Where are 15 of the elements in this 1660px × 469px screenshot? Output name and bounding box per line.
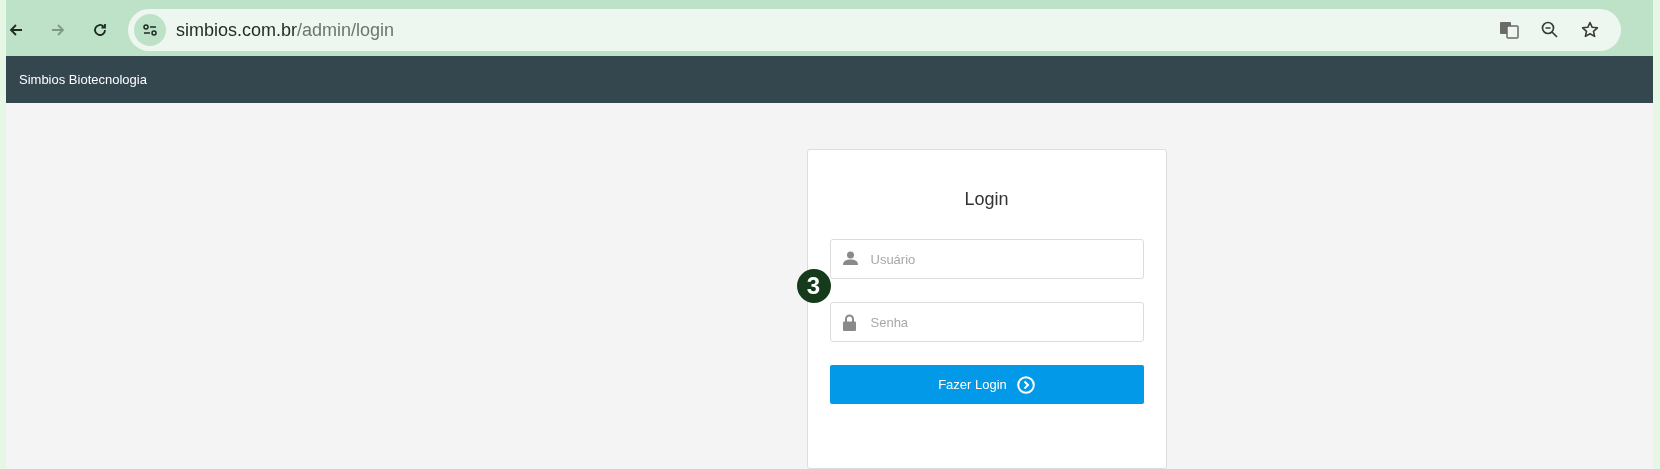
star-icon[interactable] bbox=[1581, 21, 1599, 40]
reload-icon[interactable] bbox=[92, 22, 108, 39]
user-icon bbox=[842, 251, 858, 265]
login-title: Login bbox=[964, 188, 1009, 211]
zoom-out-icon[interactable] bbox=[1541, 21, 1559, 40]
address-bar[interactable]: simbios.com.br/admin/login bbox=[128, 9, 1621, 52]
lock-icon bbox=[842, 314, 856, 331]
site-settings-icon[interactable] bbox=[134, 14, 166, 47]
brand-link[interactable]: Simbios Biotecnologia bbox=[19, 69, 147, 90]
url-text: simbios.com.br/admin/login bbox=[176, 18, 395, 42]
translate-icon[interactable] bbox=[1499, 20, 1519, 41]
annotation-marker: 3 bbox=[796, 269, 831, 303]
arrow-circle-icon bbox=[1016, 375, 1035, 394]
username-field[interactable]: Usuário bbox=[829, 239, 1144, 279]
password-field[interactable]: Senha bbox=[829, 302, 1144, 342]
